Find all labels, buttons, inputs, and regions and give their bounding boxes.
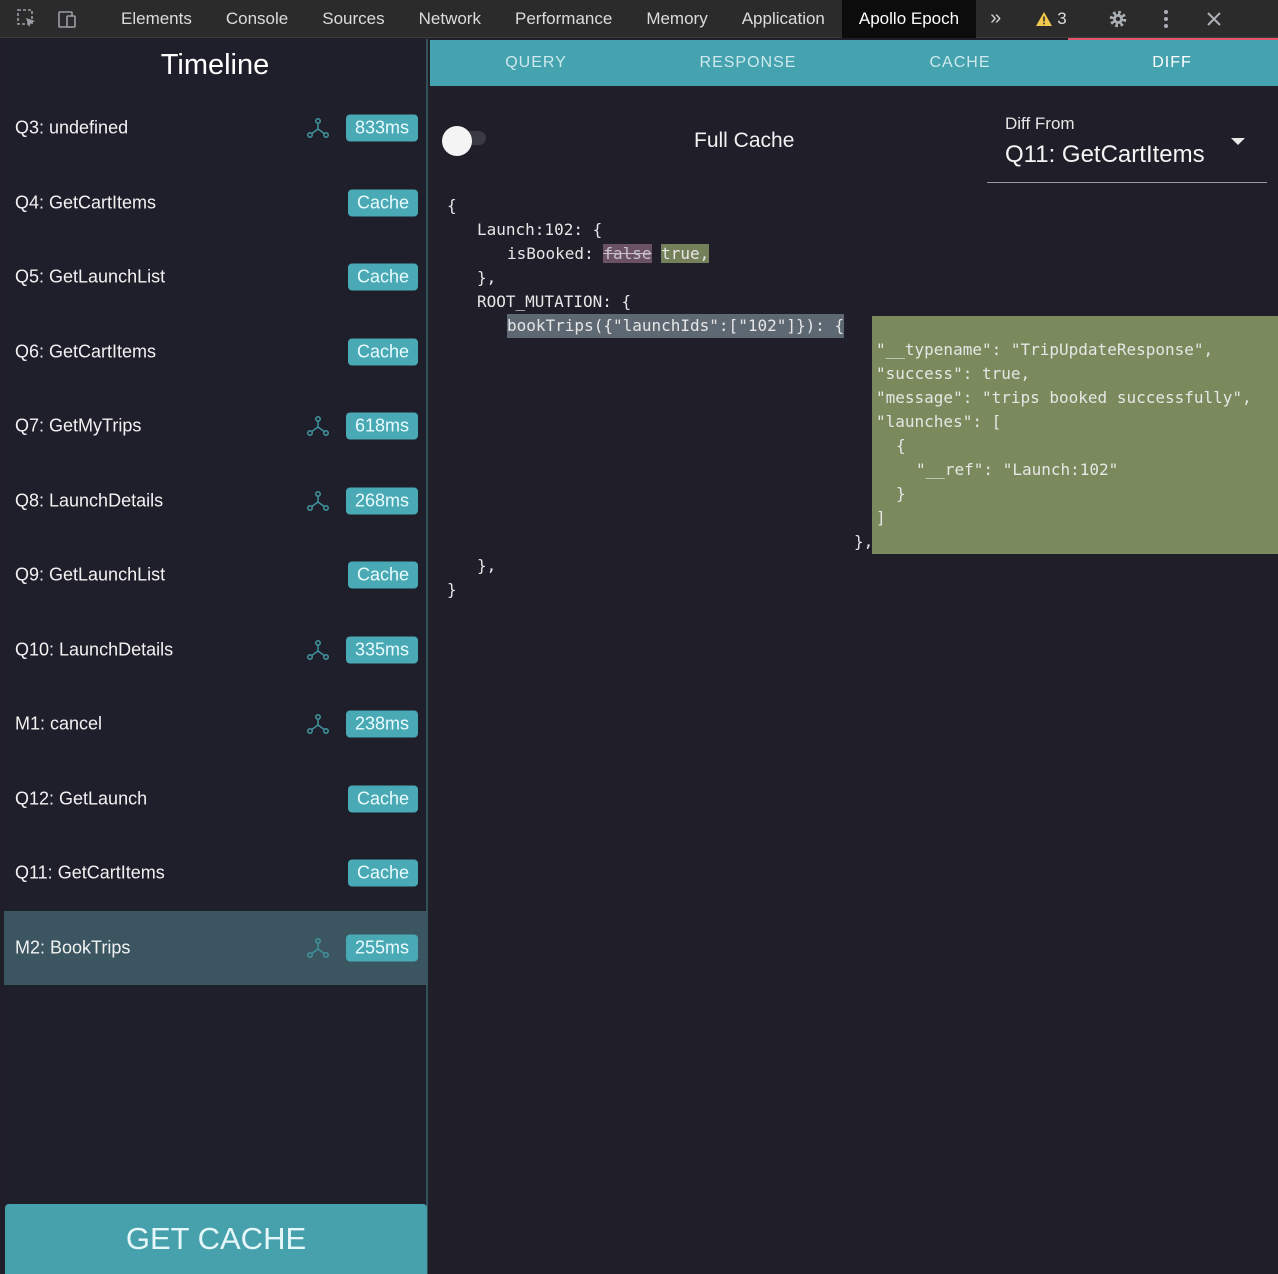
- devtools-tab-apollo-epoch[interactable]: Apollo Epoch: [841, 0, 977, 38]
- code-added-line: {: [896, 436, 906, 455]
- devtools-toolbar: Elements Console Sources Network Perform…: [0, 0, 1278, 38]
- timeline-item-label: Q12: GetLaunch: [15, 788, 148, 809]
- code-added-line: ]: [876, 508, 886, 527]
- code-added-line: "__typename": "TripUpdateResponse",: [876, 340, 1214, 359]
- tab-query[interactable]: QUERY: [430, 40, 642, 86]
- timeline-item-label: M1: cancel: [15, 713, 103, 734]
- cache-badge: Cache: [347, 785, 418, 813]
- diff-from-label: Diff From: [1005, 114, 1075, 133]
- duration-badge: 238ms: [345, 710, 418, 738]
- timeline-item-label: Q11: GetCartItems: [15, 862, 165, 883]
- close-devtools-icon[interactable]: [1201, 6, 1227, 32]
- code-book-trips-key: bookTrips({"launchIds":["102"]}): {: [507, 314, 845, 338]
- timeline-item-label: Q4: GetCartItems: [15, 192, 157, 213]
- device-toggle-icon[interactable]: [54, 6, 80, 32]
- code-added-line: "launches": [: [876, 412, 1002, 431]
- code-open-brace: {: [447, 196, 457, 215]
- code-added-line: "__ref": "Launch:102": [916, 460, 1119, 479]
- more-tabs-chevron-icon[interactable]: »: [976, 7, 1015, 30]
- tab-cache[interactable]: CACHE: [854, 40, 1066, 86]
- cache-badge: Cache: [347, 338, 418, 366]
- network-request-icon: [306, 712, 330, 736]
- timeline-item-label: Q5: GetLaunchList: [15, 266, 166, 287]
- code-added-line: },: [854, 532, 874, 551]
- diff-from-select[interactable]: Diff From Q11: GetCartItems: [987, 110, 1267, 183]
- code-added-line: }: [896, 484, 906, 503]
- duration-badge: 268ms: [345, 487, 418, 515]
- devtools-tab-network[interactable]: Network: [402, 0, 498, 38]
- timeline-sidebar: Timeline Q3: undefined 833ms Q4: GetCartIt…: [4, 39, 428, 1274]
- timeline-item[interactable]: Q6: GetCartItems Cache: [4, 315, 428, 390]
- main-panel: QUERY RESPONSE CACHE DIFF Full Cache Dif…: [430, 40, 1278, 1274]
- code-root-close: },: [477, 556, 497, 575]
- cache-badge: Cache: [347, 189, 418, 217]
- timeline-item-label: Q9: GetLaunchList: [15, 564, 166, 585]
- timeline-item-label: Q10: LaunchDetails: [15, 639, 174, 660]
- timeline-item-label: M2: BookTrips: [15, 937, 131, 958]
- cache-badge: Cache: [347, 561, 418, 589]
- main-tabs: QUERY RESPONSE CACHE DIFF: [430, 40, 1278, 86]
- cache-badge: Cache: [347, 263, 418, 291]
- tab-diff[interactable]: DIFF: [1066, 40, 1278, 86]
- code-added-line: "message": "trips booked successfully",: [876, 388, 1252, 407]
- inspect-element-icon[interactable]: [14, 6, 40, 32]
- network-request-icon: [306, 414, 330, 438]
- timeline-item-label: Q6: GetCartItems: [15, 341, 157, 362]
- duration-badge: 833ms: [345, 114, 418, 142]
- diff-removed-value: false: [603, 244, 652, 263]
- code-launch-key: Launch:102: {: [477, 220, 603, 239]
- code-is-booked-line: isBooked: false true,: [507, 242, 710, 266]
- full-cache-label: Full Cache: [694, 129, 795, 152]
- timeline-item[interactable]: Q5: GetLaunchList Cache: [4, 240, 428, 315]
- timeline-list: Q3: undefined 833ms Q4: GetCartItems Cache Q…: [4, 91, 428, 985]
- timeline-item[interactable]: Q10: LaunchDetails 335ms: [4, 613, 428, 688]
- warning-icon: [1036, 11, 1053, 26]
- timeline-item[interactable]: Q3: undefined 833ms: [4, 91, 428, 166]
- code-root-mutation-key: ROOT_MUTATION: {: [477, 292, 632, 311]
- timeline-item[interactable]: Q8: LaunchDetails 268ms: [4, 464, 428, 539]
- timeline-item-label: Q8: LaunchDetails: [15, 490, 164, 511]
- devtools-tab-sources[interactable]: Sources: [305, 0, 401, 38]
- code-launch-close: },: [477, 268, 497, 287]
- devtools-tab-elements[interactable]: Elements: [104, 0, 209, 38]
- code-close-brace: }: [447, 580, 457, 599]
- devtools-tab-console[interactable]: Console: [209, 0, 305, 38]
- more-options-kebab-icon[interactable]: [1153, 6, 1179, 32]
- full-cache-toggle[interactable]: [442, 126, 472, 156]
- diff-added-value: true,: [661, 244, 710, 263]
- warnings-indicator[interactable]: 3: [1035, 8, 1067, 29]
- code-is-booked-key: isBooked:: [507, 244, 604, 263]
- timeline-item[interactable]: Q7: GetMyTrips 618ms: [4, 389, 428, 464]
- network-request-icon: [306, 936, 330, 960]
- code-added-line: "success": true,: [876, 364, 1031, 383]
- diff-from-value: Q11: GetCartItems: [1005, 141, 1205, 168]
- duration-badge: 255ms: [345, 934, 418, 962]
- tab-response[interactable]: RESPONSE: [642, 40, 854, 86]
- devtools-tab-performance[interactable]: Performance: [498, 0, 629, 38]
- devtools-tab-application[interactable]: Application: [725, 0, 842, 38]
- dropdown-caret-icon: [1231, 138, 1245, 145]
- timeline-item[interactable]: Q11: GetCartItems Cache: [4, 836, 428, 911]
- network-request-icon: [306, 116, 330, 140]
- settings-gear-icon[interactable]: [1105, 6, 1131, 32]
- devtools-tabs: Elements Console Sources Network Perform…: [104, 0, 977, 38]
- timeline-item[interactable]: Q4: GetCartItems Cache: [4, 166, 428, 241]
- timeline-item-label: Q7: GetMyTrips: [15, 415, 142, 436]
- duration-badge: 618ms: [345, 412, 418, 440]
- timeline-item[interactable]: Q12: GetLaunch Cache: [4, 762, 428, 837]
- get-cache-button[interactable]: GET CACHE: [5, 1204, 427, 1274]
- duration-badge: 335ms: [345, 636, 418, 664]
- timeline-item[interactable]: M2: BookTrips 255ms: [4, 910, 428, 985]
- timeline-item-label: Q3: undefined: [15, 117, 129, 138]
- timeline-item[interactable]: Q9: GetLaunchList Cache: [4, 538, 428, 613]
- network-request-icon: [306, 489, 330, 513]
- warning-count: 3: [1057, 8, 1067, 28]
- timeline-item[interactable]: M1: cancel 238ms: [4, 687, 428, 762]
- timeline-title: Timeline: [160, 49, 270, 81]
- devtools-tab-memory[interactable]: Memory: [629, 0, 724, 38]
- network-request-icon: [306, 638, 330, 662]
- cache-badge: Cache: [347, 859, 418, 887]
